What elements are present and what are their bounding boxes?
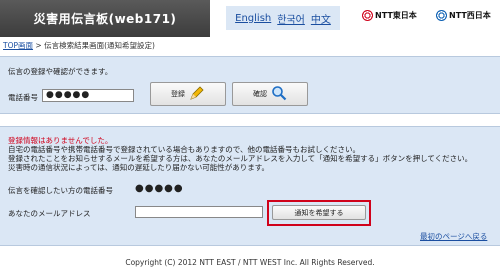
site-title: 災害用伝言板(web171) (0, 0, 210, 37)
check-phone-value: ●●●●● (135, 183, 184, 194)
ntt-west-logo-text: NTT西日本 (449, 11, 491, 20)
confirm-button-label: 確認 (253, 90, 267, 98)
breadcrumb-top-link[interactable]: TOP画面 (3, 41, 33, 50)
breadcrumb-current: 伝言検索結果画面(通知希望設定) (44, 41, 155, 50)
result-panel: 登録情報はありませんでした。 自宅の電話番号や携帯電話番号で登録されている場合も… (0, 126, 500, 246)
magnifier-icon (271, 85, 287, 103)
phone-label: 電話番号 (8, 93, 38, 102)
pencil-icon (189, 85, 205, 103)
email-label: あなたのメールアドレス (8, 209, 91, 218)
back-to-top-link[interactable]: 最初のページへ戻る (420, 231, 487, 242)
phone-input[interactable]: ●●●●● (42, 89, 134, 102)
register-panel: 伝言の登録や確認ができます。 電話番号 ●●●●● 登録 確認 (0, 56, 500, 114)
lang-korean-link[interactable]: 한국어 (277, 11, 305, 26)
register-intro: 伝言の登録や確認ができます。 (8, 67, 113, 76)
lang-chinese-link[interactable]: 中文 (311, 11, 331, 26)
check-phone-label: 伝言を確認したい方の電話番号 (8, 186, 113, 195)
confirm-button[interactable]: 確認 (232, 82, 308, 106)
result-line-3: 災害時の通信状況によっては、通知の遅延したり届かない可能性があります。 (8, 163, 269, 172)
notify-button[interactable]: 通知を希望する (272, 205, 366, 220)
ntt-east-logo-icon (362, 10, 373, 21)
ntt-east-logo[interactable]: NTT東日本 (362, 10, 417, 21)
footer-copyright: Copyright (C) 2012 NTT EAST / NTT WEST I… (125, 258, 375, 267)
register-button[interactable]: 登録 (150, 82, 226, 106)
lang-english-link[interactable]: English (235, 13, 271, 24)
breadcrumb: TOP画面 > 伝言検索結果画面(通知希望設定) (3, 40, 155, 51)
ntt-west-logo-icon (436, 10, 447, 21)
register-button-label: 登録 (171, 90, 185, 98)
ntt-west-logo[interactable]: NTT西日本 (436, 10, 491, 21)
header: 災害用伝言板(web171) English 한국어 中文 NTT東日本 NTT… (0, 0, 500, 37)
ntt-east-logo-text: NTT東日本 (375, 11, 417, 20)
language-switcher: English 한국어 中文 (226, 6, 340, 30)
email-input[interactable] (135, 206, 263, 218)
breadcrumb-separator: > (35, 41, 42, 50)
notify-button-label: 通知を希望する (294, 208, 344, 217)
